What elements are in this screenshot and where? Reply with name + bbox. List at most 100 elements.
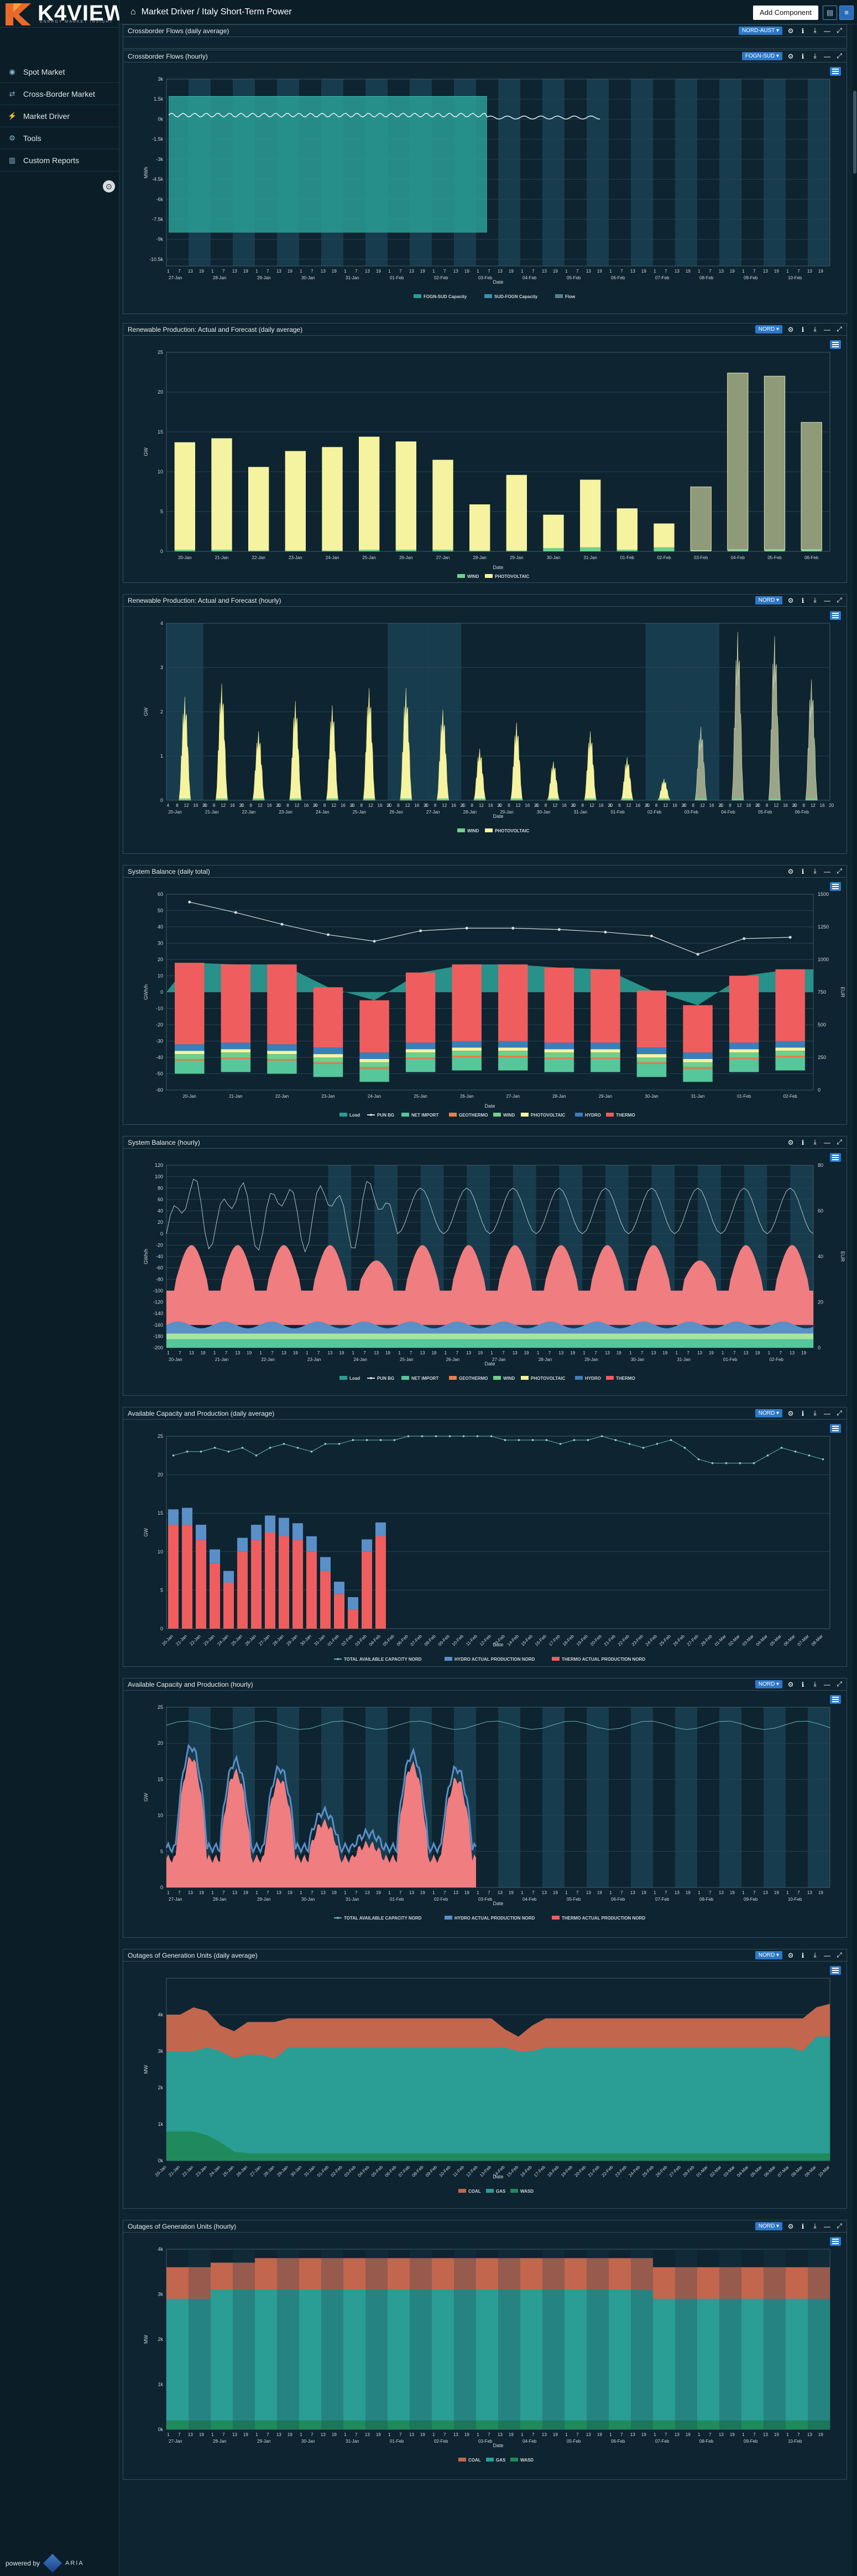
pun-bg-point[interactable]: [604, 930, 607, 934]
balance-bar-segment[interactable]: [775, 1056, 805, 1057]
info-icon[interactable]: ℹ: [799, 326, 807, 333]
capacity-point[interactable]: [283, 1443, 285, 1445]
balance-bar-segment[interactable]: [267, 1060, 297, 1074]
bar-photovoltaic[interactable]: [322, 447, 343, 551]
capacity-point[interactable]: [379, 1439, 382, 1441]
balance-bar-segment[interactable]: [359, 1068, 389, 1082]
balance-bar-segment[interactable]: [313, 1047, 343, 1055]
app-logo[interactable]: K4VIEW ENERGY MARKET INSIGHT: [0, 0, 125, 28]
capacity-point[interactable]: [808, 1454, 811, 1457]
balance-bar-segment[interactable]: [221, 1057, 251, 1059]
capacity-point[interactable]: [642, 1447, 645, 1449]
capacity-point[interactable]: [614, 1439, 617, 1441]
pun-bg-point[interactable]: [743, 937, 746, 940]
hydro-bar[interactable]: [348, 1597, 358, 1610]
balance-bar-segment[interactable]: [313, 987, 343, 1048]
expand-icon[interactable]: ⤢: [835, 1409, 843, 1417]
bar-wind[interactable]: [359, 550, 380, 551]
download-icon[interactable]: ⤓: [811, 52, 819, 60]
balance-bar-segment[interactable]: [544, 1057, 574, 1059]
thermo-bar[interactable]: [210, 1563, 220, 1629]
legend-item[interactable]: HYDRO: [575, 1113, 601, 1118]
thermo-bar[interactable]: [306, 1551, 317, 1629]
legend-item[interactable]: PHOTOVOLTAIC: [521, 1376, 565, 1381]
legend-item[interactable]: PUN BG: [367, 1376, 394, 1381]
minimize-icon[interactable]: —: [823, 1410, 831, 1417]
thermo-bar[interactable]: [265, 1532, 275, 1629]
capacity-point[interactable]: [670, 1439, 672, 1441]
balance-bar-segment[interactable]: [636, 1054, 667, 1057]
thermo-bar[interactable]: [223, 1582, 234, 1629]
legend-item[interactable]: WASD: [510, 2189, 534, 2194]
expand-icon[interactable]: ⤢: [835, 1951, 843, 1959]
scrollbar-thumb[interactable]: [853, 91, 856, 174]
capacity-point[interactable]: [628, 1443, 631, 1445]
gear-icon[interactable]: ⚙: [787, 1410, 795, 1417]
balance-bar-segment[interactable]: [729, 1049, 759, 1053]
thermo-bar[interactable]: [251, 1540, 262, 1629]
balance-bar-segment[interactable]: [313, 1057, 343, 1062]
capacity-point[interactable]: [213, 1447, 216, 1449]
capacity-point[interactable]: [739, 1462, 741, 1464]
bar-photovoltaic[interactable]: [359, 436, 380, 550]
legend-item[interactable]: WIND: [493, 1376, 515, 1381]
balance-bar-segment[interactable]: [267, 1058, 297, 1061]
gear-icon[interactable]: ⚙: [787, 597, 795, 604]
balance-bar-segment[interactable]: [221, 1058, 251, 1072]
legend-item[interactable]: PUN BG: [367, 1113, 394, 1118]
capacity-point[interactable]: [587, 1439, 589, 1441]
capacity-point[interactable]: [656, 1443, 659, 1445]
balance-bar-segment[interactable]: [452, 1041, 482, 1048]
bar-photovoltaic[interactable]: [506, 474, 527, 551]
download-icon[interactable]: ⤓: [811, 1409, 819, 1417]
hydro-bar[interactable]: [168, 1509, 179, 1525]
bar-photovoltaic[interactable]: [801, 422, 822, 550]
balance-bar-segment[interactable]: [683, 1062, 713, 1067]
capacity-point[interactable]: [766, 1454, 769, 1457]
legend-item[interactable]: HYDRO ACTUAL PRODUCTION NORD: [445, 1657, 535, 1662]
gear-icon[interactable]: ⚙: [787, 1139, 795, 1146]
capacity-point[interactable]: [531, 1439, 534, 1441]
thermo-bar[interactable]: [182, 1525, 192, 1629]
legend-item[interactable]: TOTAL AVAILABLE CAPACITY NORD: [334, 1657, 422, 1662]
download-icon[interactable]: ⤓: [811, 867, 819, 875]
balance-bar-segment[interactable]: [452, 1047, 482, 1051]
pun-bg-point[interactable]: [788, 936, 792, 939]
thermo-bar[interactable]: [375, 1536, 386, 1629]
legend-item[interactable]: NET IMPORT: [401, 1376, 438, 1381]
expand-icon[interactable]: ⤢: [835, 27, 843, 35]
capacity-point[interactable]: [780, 1447, 783, 1449]
balance-bar-segment[interactable]: [359, 1052, 389, 1059]
chart-menu-icon[interactable]: [830, 611, 841, 620]
balance-bar-segment[interactable]: [544, 1049, 574, 1053]
bar-photovoltaic[interactable]: [654, 523, 675, 547]
pun-bg-point[interactable]: [188, 900, 191, 904]
pun-bg-point[interactable]: [373, 940, 376, 943]
layout-toggle-button[interactable]: ▤: [823, 6, 837, 20]
bar-photovoltaic[interactable]: [248, 467, 269, 551]
hydro-bar[interactable]: [210, 1549, 220, 1563]
legend-item[interactable]: PHOTOVOLTAIC: [485, 828, 529, 833]
balance-bar-segment[interactable]: [683, 1052, 713, 1059]
balance-bar-segment[interactable]: [591, 1042, 620, 1050]
hydro-bar[interactable]: [196, 1525, 206, 1540]
chart-menu-icon[interactable]: [830, 1966, 841, 1975]
pun-bg-point[interactable]: [511, 926, 515, 930]
hydro-bar[interactable]: [279, 1518, 289, 1536]
legend-item[interactable]: WIND: [493, 1113, 515, 1118]
hydro-bar[interactable]: [265, 1515, 275, 1532]
info-icon[interactable]: ℹ: [799, 1139, 807, 1146]
balance-bar-segment[interactable]: [267, 1054, 297, 1059]
balance-bar-segment[interactable]: [729, 1057, 759, 1059]
legend-item[interactable]: TOTAL AVAILABLE CAPACITY NORD: [334, 1916, 422, 1921]
expand-icon[interactable]: ⤢: [835, 1680, 843, 1688]
info-icon[interactable]: ℹ: [799, 27, 807, 35]
legend-item[interactable]: FOGN-SUD Capacity: [414, 294, 467, 299]
capacity-point[interactable]: [462, 1435, 465, 1437]
gear-icon[interactable]: ⚙: [787, 1681, 795, 1688]
balance-bar-segment[interactable]: [775, 1057, 805, 1071]
download-icon[interactable]: ⤓: [811, 1680, 819, 1688]
capacity-point[interactable]: [490, 1435, 493, 1437]
pun-bg-point[interactable]: [234, 911, 237, 914]
capacity-point[interactable]: [352, 1439, 354, 1441]
